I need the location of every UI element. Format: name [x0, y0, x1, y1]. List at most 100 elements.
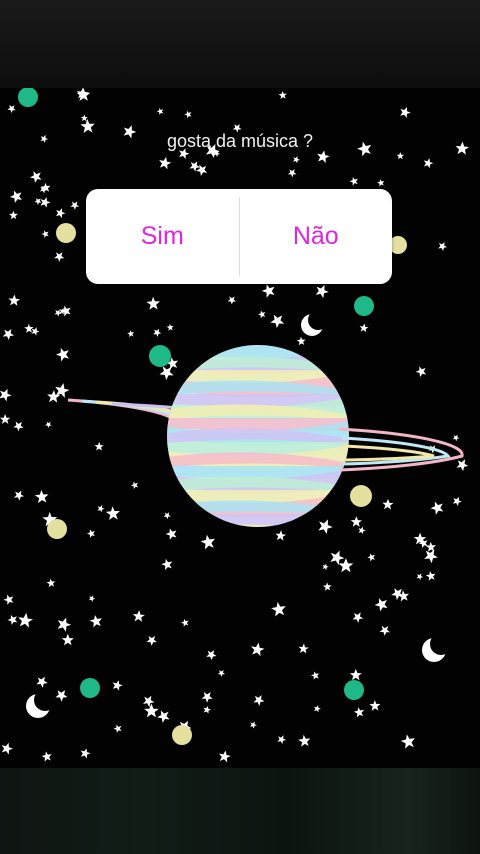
star-icon	[414, 363, 430, 379]
teal-dot	[149, 345, 171, 367]
star-icon	[338, 558, 354, 573]
star-icon	[155, 106, 166, 116]
star-icon	[297, 732, 313, 749]
star-icon	[69, 198, 82, 211]
star-icon	[45, 577, 58, 589]
star-icon	[217, 749, 232, 763]
star-icon	[6, 612, 21, 627]
star-icon	[145, 295, 163, 313]
star-icon	[151, 326, 163, 338]
star-icon	[16, 611, 34, 629]
planet-band	[167, 345, 349, 359]
star-icon	[40, 228, 51, 239]
star-icon	[126, 328, 136, 339]
star-icon	[130, 479, 141, 491]
star-icon	[132, 609, 146, 623]
teal-dot	[344, 680, 364, 700]
star-icon	[366, 551, 378, 563]
star-icon	[381, 498, 394, 510]
star-icon	[183, 109, 194, 120]
star-icon	[12, 488, 26, 502]
star-icon	[260, 281, 279, 300]
star-icon	[88, 612, 105, 630]
star-icon	[110, 678, 124, 692]
star-icon	[399, 731, 419, 752]
teal-dot	[18, 88, 38, 107]
star-icon	[2, 592, 17, 607]
star-icon	[55, 615, 73, 633]
star-icon	[94, 441, 104, 451]
star-icon	[436, 240, 449, 252]
star-icon	[11, 418, 26, 433]
star-icon	[257, 308, 268, 320]
star-icon	[348, 175, 361, 188]
star-icon	[52, 249, 67, 264]
star-icon	[112, 722, 125, 735]
star-icon	[291, 154, 301, 164]
star-icon	[428, 498, 447, 517]
star-icon	[216, 667, 227, 678]
moon-icon	[26, 689, 56, 718]
teal-dot	[80, 678, 100, 698]
star-icon	[40, 749, 55, 764]
star-icon	[54, 206, 67, 219]
star-icon	[415, 571, 425, 581]
star-icon	[104, 504, 123, 523]
star-icon	[249, 641, 266, 657]
poll-option-yes[interactable]: Sim	[86, 189, 239, 284]
star-icon	[166, 322, 176, 332]
star-icon	[199, 532, 219, 552]
star-icon	[33, 488, 52, 506]
cream-dot	[47, 519, 67, 539]
star-icon	[144, 632, 160, 648]
moon-icon	[422, 633, 452, 662]
star-icon	[162, 510, 173, 520]
star-icon	[321, 562, 330, 571]
cream-dot	[172, 725, 192, 745]
star-icon	[78, 746, 92, 760]
star-icon	[226, 293, 238, 306]
star-icon	[313, 282, 331, 300]
star-icon	[0, 386, 14, 403]
star-icon	[160, 556, 176, 572]
planet-band	[167, 490, 349, 503]
star-icon	[59, 303, 74, 319]
moon-icon	[301, 310, 328, 336]
star-icon	[0, 414, 11, 424]
star-icon	[451, 433, 461, 442]
star-icon	[422, 156, 435, 169]
star-icon	[87, 594, 97, 603]
planet-icon	[67, 345, 464, 527]
star-icon	[202, 704, 212, 715]
star-icon	[310, 669, 322, 682]
star-icon	[34, 673, 50, 689]
star-icon	[0, 741, 15, 756]
teal-dot	[354, 296, 374, 316]
star-icon	[350, 609, 366, 624]
star-icon	[451, 494, 464, 507]
star-icon	[357, 525, 367, 535]
top-letterbox	[0, 0, 480, 88]
star-icon	[274, 529, 287, 541]
star-icon	[80, 114, 88, 122]
star-icon	[141, 693, 157, 709]
star-icon	[7, 294, 21, 307]
star-icon	[350, 516, 363, 527]
star-icon	[96, 503, 106, 513]
star-icon	[251, 692, 267, 707]
star-icon	[349, 668, 362, 681]
star-icon	[248, 720, 259, 730]
star-icon	[312, 704, 322, 713]
poll-option-no[interactable]: Não	[240, 189, 393, 284]
bottom-letterbox	[0, 768, 480, 854]
star-icon	[322, 581, 334, 593]
star-icon	[164, 525, 180, 542]
star-icon	[144, 703, 159, 718]
star-icon	[275, 733, 288, 745]
star-icon	[358, 322, 369, 333]
star-icon	[180, 617, 191, 628]
star-icon	[194, 161, 211, 178]
star-icon	[53, 686, 71, 704]
star-icon	[6, 102, 18, 115]
star-icon	[286, 166, 299, 179]
